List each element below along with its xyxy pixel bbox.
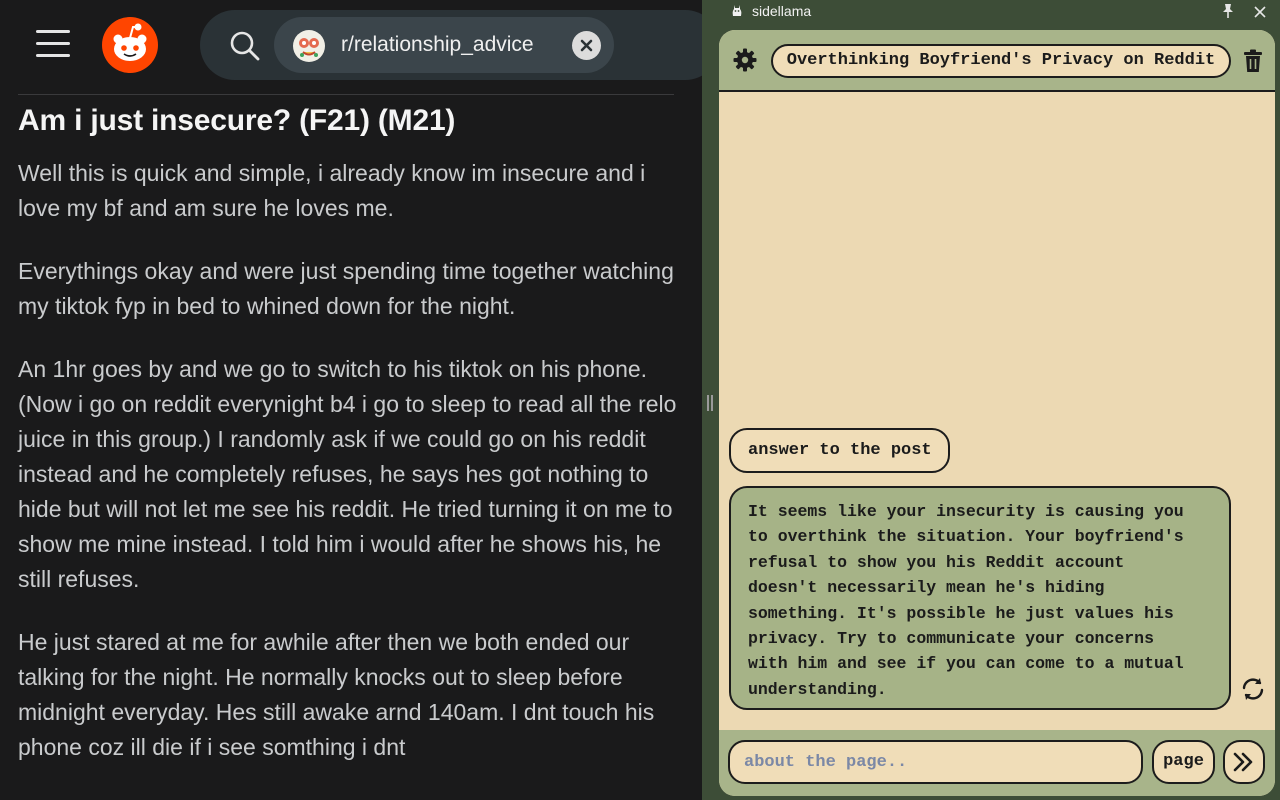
user-message: answer to the post — [729, 428, 950, 473]
assistant-message-line: refusal to show you his Reddit account — [748, 552, 1125, 572]
regenerate-icon[interactable] — [1240, 677, 1266, 701]
subreddit-name[interactable]: r/relationship_advice — [341, 33, 534, 57]
assistant-message-line: privacy. Try to communicate your concern… — [748, 629, 1154, 649]
resize-handle[interactable] — [707, 395, 713, 411]
chat-input-field[interactable] — [728, 740, 1143, 784]
assistant-message: It seems like your insecurity is causing… — [729, 486, 1231, 710]
close-icon[interactable] — [1254, 5, 1266, 18]
llama-icon — [731, 4, 743, 18]
subreddit-avatar — [293, 30, 325, 62]
page-context-button[interactable]: page — [1152, 740, 1215, 784]
assistant-message-line: It seems like your insecurity is causing… — [748, 502, 1184, 521]
trash-icon[interactable] — [1242, 49, 1264, 73]
menu-icon[interactable] — [36, 30, 70, 58]
send-button[interactable] — [1223, 740, 1265, 784]
send-icon — [1233, 752, 1253, 772]
search-icon[interactable] — [229, 30, 261, 62]
assistant-message-line: understanding. — [748, 679, 887, 699]
chat-input[interactable] — [730, 742, 1141, 782]
gear-icon[interactable] — [733, 48, 757, 72]
assistant-message-line: something. It's possible he just values … — [748, 603, 1174, 623]
assistant-message-line: to overthink the situation. Your boyfrie… — [748, 527, 1184, 547]
clear-subreddit-icon[interactable] — [572, 31, 601, 60]
assistant-message-line: doesn't necessarily mean he's hiding — [748, 578, 1105, 598]
window-title: sidellama — [752, 3, 812, 19]
pin-icon[interactable] — [1222, 3, 1234, 19]
post-paragraph: An 1hr goes by and we go to switch to hi… — [18, 356, 677, 592]
post-paragraph: Well this is quick and simple, i already… — [18, 160, 646, 221]
post-body: Well this is quick and simple, i already… — [18, 156, 678, 793]
post-paragraph: Everythings okay and were just spending … — [18, 258, 674, 319]
reddit-logo[interactable] — [102, 17, 158, 73]
chat-title[interactable]: Overthinking Boyfriend's Privacy on Redd… — [771, 44, 1231, 78]
post-title[interactable]: Am i just insecure? (F21) (M21) — [18, 104, 455, 138]
header-divider — [18, 94, 674, 95]
assistant-message-line: with him and see if you can come to a mu… — [748, 654, 1184, 674]
post-paragraph: He just stared at me for awhile after th… — [18, 629, 655, 760]
